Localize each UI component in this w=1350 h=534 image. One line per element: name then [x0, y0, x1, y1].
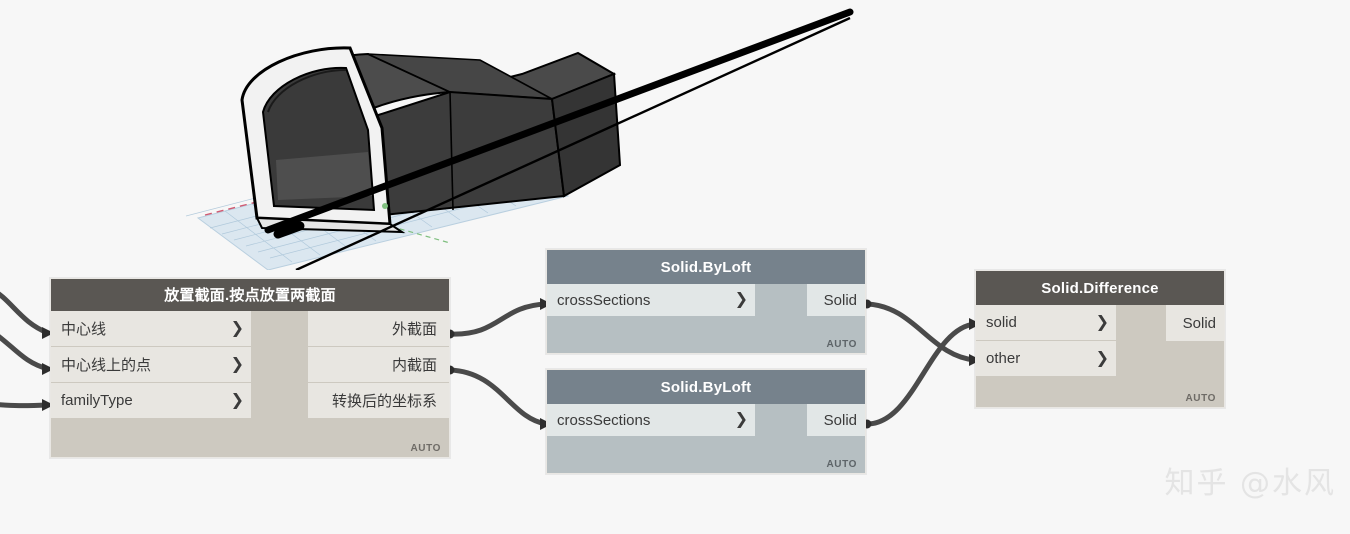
dynamo-graph-canvas[interactable]: 放置截面.按点放置两截面 中心线 ❯ 中心线上的点 ❯ familyType ❯: [0, 0, 1350, 534]
input-port-crosssections-top[interactable]: crossSections ❯: [547, 284, 755, 316]
chevron-right-icon[interactable]: ❯: [231, 320, 244, 337]
input-label-crosssections-bottom: crossSections: [557, 411, 651, 429]
output-port-transformed-cs[interactable]: 转换后的坐标系: [308, 383, 449, 419]
input-port-familytype[interactable]: familyType ❯: [51, 383, 251, 419]
input-label-other: other: [986, 350, 1021, 367]
chevron-right-icon[interactable]: ❯: [735, 412, 748, 428]
chevron-right-icon[interactable]: ❯: [1096, 314, 1109, 331]
node-title-solid-byloft-bottom: Solid.ByLoft: [547, 370, 865, 404]
output-port-solid-bottom[interactable]: Solid: [807, 404, 865, 436]
output-port-outer-section[interactable]: 外截面: [308, 311, 449, 347]
input-label-familytype: familyType: [61, 392, 133, 409]
chevron-right-icon[interactable]: ❯: [735, 292, 748, 308]
node-title-solid-difference: Solid.Difference: [976, 271, 1224, 305]
output-label-solid-result: Solid: [1182, 314, 1216, 332]
run-mode-badge[interactable]: AUTO: [1185, 393, 1216, 404]
run-mode-badge[interactable]: AUTO: [826, 459, 857, 470]
input-label-centerline-point: 中心线上的点: [61, 357, 152, 374]
input-port-solid[interactable]: solid ❯: [976, 305, 1116, 341]
input-label-centerline: 中心线: [61, 321, 107, 338]
node-place-section[interactable]: 放置截面.按点放置两截面 中心线 ❯ 中心线上的点 ❯ familyType ❯: [50, 278, 450, 458]
output-label-solid-top: Solid: [823, 291, 857, 309]
node-solid-difference[interactable]: Solid.Difference solid ❯ other ❯ Solid A…: [975, 270, 1225, 408]
3d-preview-viewport: [185, 8, 854, 270]
axis-x: [204, 151, 456, 216]
output-label-solid-bottom: Solid: [823, 411, 857, 429]
output-label-transformed-cs: 转换后的坐标系: [331, 393, 437, 410]
output-label-inner-section: 内截面: [391, 357, 437, 374]
ground-grid: [185, 145, 570, 270]
input-port-centerline[interactable]: 中心线 ❯: [51, 311, 251, 347]
input-label-crosssections-top: crossSections: [557, 291, 651, 309]
input-port-crosssections-bottom[interactable]: crossSections ❯: [547, 404, 755, 436]
run-mode-badge[interactable]: AUTO: [410, 443, 441, 454]
node-title-solid-byloft-top: Solid.ByLoft: [547, 250, 865, 284]
chevron-right-icon[interactable]: ❯: [1096, 350, 1109, 367]
path-lines: [264, 8, 854, 270]
output-port-solid-result[interactable]: Solid: [1166, 305, 1224, 341]
input-port-other[interactable]: other ❯: [976, 341, 1116, 377]
input-label-solid: solid: [986, 314, 1017, 331]
axis-y: [364, 218, 451, 244]
chevron-right-icon[interactable]: ❯: [231, 392, 244, 409]
tunnel-solid: [240, 46, 622, 234]
run-mode-badge[interactable]: AUTO: [826, 339, 857, 350]
watermark: 知乎 @水风: [1164, 466, 1336, 501]
output-port-inner-section[interactable]: 内截面: [308, 347, 449, 383]
node-solid-byloft-top[interactable]: Solid.ByLoft crossSections ❯ Solid AUTO: [546, 249, 866, 354]
node-title-place-section: 放置截面.按点放置两截面: [51, 279, 449, 311]
node-solid-byloft-bottom[interactable]: Solid.ByLoft crossSections ❯ Solid AUTO: [546, 369, 866, 474]
output-label-outer-section: 外截面: [391, 321, 437, 338]
chevron-right-icon[interactable]: ❯: [231, 356, 244, 373]
input-port-centerline-point[interactable]: 中心线上的点 ❯: [51, 347, 251, 383]
output-port-solid-top[interactable]: Solid: [807, 284, 865, 316]
